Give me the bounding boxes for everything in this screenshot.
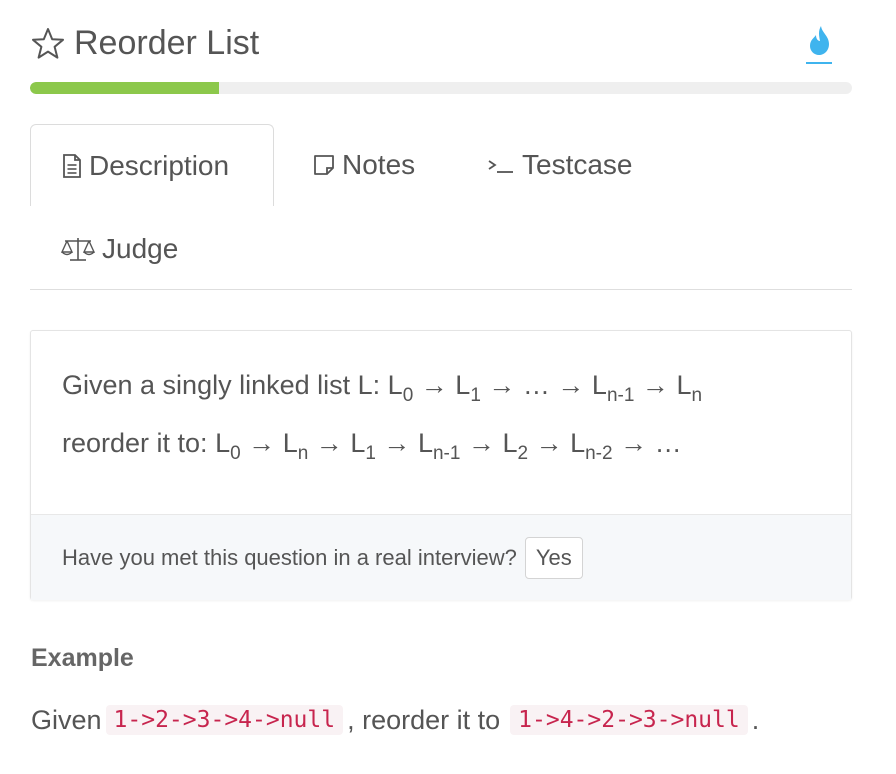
term-subscript: 2: [517, 443, 529, 464]
arrow-symbol: →: [612, 428, 655, 458]
problem-header: Reorder List: [30, 22, 852, 66]
yes-button[interactable]: Yes: [524, 536, 583, 579]
list-term: L0: [387, 370, 414, 406]
term-subscript: 0: [402, 385, 414, 406]
flame-underline: [806, 62, 832, 64]
list-term: Ln: [282, 428, 309, 464]
list-term: L1: [350, 428, 376, 464]
flame-link[interactable]: [804, 24, 834, 64]
term-subscript: n: [691, 385, 703, 406]
list-term: L2: [502, 428, 529, 464]
tab-judge[interactable]: Judge: [60, 208, 178, 290]
problem-line-2: reorder it to: L0 → Ln → L1 → Ln-1 → L2 …: [62, 423, 851, 481]
note-icon: [312, 153, 336, 177]
example-line: Given 1->2->3->4->null , reorder it to 1…: [31, 700, 759, 740]
tab-testcase[interactable]: Testcase: [482, 124, 633, 206]
list-term: Ln-1: [417, 428, 461, 464]
arrow-symbol: →: [308, 428, 351, 458]
progress-bar: [30, 82, 852, 94]
example-middle: , reorder it to: [347, 704, 501, 735]
problem-description: Given a singly linked list L: L0 → L1 → …: [31, 331, 851, 514]
list-term: Ln: [676, 370, 703, 406]
problem-line-1: Given a singly linked list L: L0 → L1 → …: [62, 365, 851, 423]
interview-prompt: Have you met this question in a real int…: [31, 514, 851, 600]
interview-question: Have you met this question in a real int…: [62, 544, 517, 570]
example-output-code: 1->4->2->3->null: [510, 705, 748, 735]
problem-panel: Given a singly linked list L: L0 → L1 → …: [30, 330, 852, 600]
arrow-symbol: →: [240, 428, 283, 458]
list-term: L1: [455, 370, 481, 406]
term-subscript: n-1: [606, 385, 635, 406]
arrow-symbol: →: [413, 370, 456, 400]
example-given: Given: [31, 704, 102, 735]
tab-description-label: Description: [89, 149, 230, 181]
list-term: L0: [215, 428, 241, 464]
star-icon[interactable]: [30, 26, 66, 62]
term-subscript: n-2: [585, 443, 613, 464]
progress-fill: [30, 82, 220, 94]
list-term: …: [522, 370, 550, 400]
term-subscript: n-1: [432, 443, 461, 464]
term-subscript: n: [297, 443, 309, 464]
tab-bar: Description Notes Testcase Judge: [30, 124, 852, 290]
tab-notes[interactable]: Notes: [308, 124, 415, 206]
tab-judge-label: Judge: [102, 233, 179, 264]
example-input-code: 1->2->3->4->null: [105, 705, 344, 735]
flame-icon: [804, 26, 834, 62]
arrow-symbol: →: [634, 370, 677, 400]
example-heading: Example: [31, 644, 134, 672]
terminal-icon: [486, 153, 516, 177]
list-term: Ln-2: [570, 428, 613, 464]
arrow-symbol: →: [549, 370, 592, 400]
term-subscript: 1: [365, 443, 376, 464]
example-end: .: [751, 704, 760, 735]
arrow-symbol: →: [528, 428, 571, 458]
scale-icon: [60, 235, 96, 263]
list-term: …: [654, 428, 682, 458]
arrow-symbol: →: [480, 370, 523, 400]
tab-testcase-label: Testcase: [522, 149, 633, 180]
list-term: Ln-1: [591, 370, 635, 406]
term-subscript: 1: [470, 385, 481, 406]
tab-description[interactable]: Description: [30, 124, 274, 206]
problem-line-1-prefix: Given a singly linked list L:: [62, 370, 388, 400]
page-title: Reorder List: [74, 24, 260, 62]
term-subscript: 0: [230, 443, 241, 464]
arrow-symbol: →: [375, 428, 418, 458]
problem-line-1-terms: L0 → L1 → … → Ln-1 → Ln: [387, 370, 703, 406]
arrow-symbol: →: [460, 428, 503, 458]
problem-line-2-prefix: reorder it to:: [62, 428, 216, 458]
document-icon: [61, 153, 83, 179]
problem-line-2-terms: L0 → Ln → L1 → Ln-1 → L2 → Ln-2 → …: [215, 428, 682, 464]
tab-notes-label: Notes: [342, 149, 416, 180]
